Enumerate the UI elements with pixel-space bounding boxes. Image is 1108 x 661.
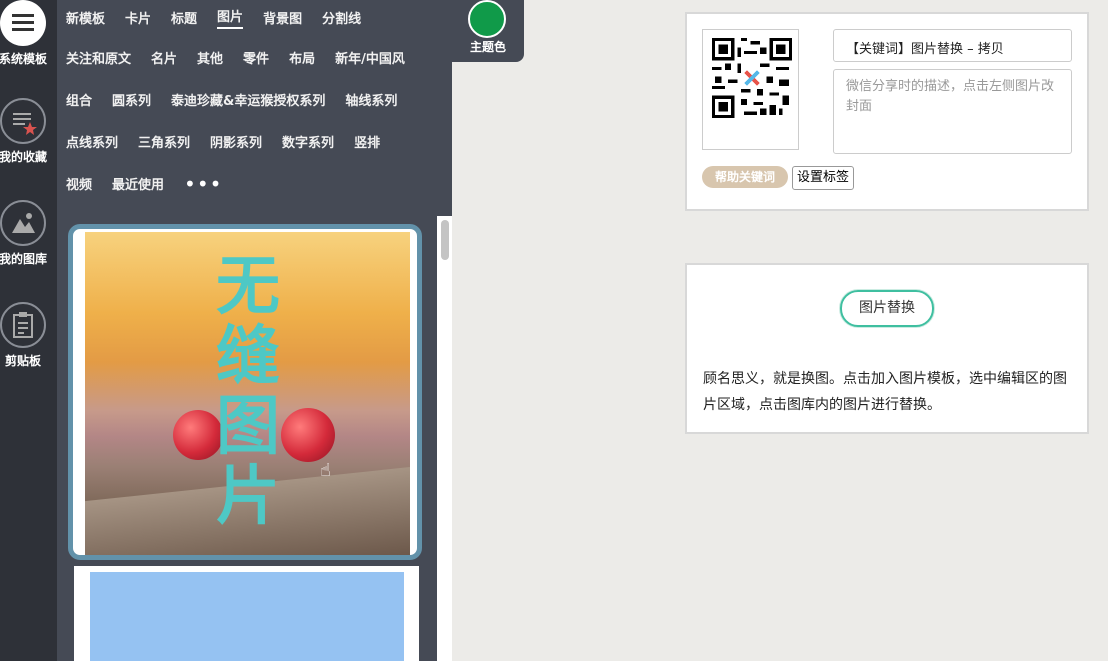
category-tab[interactable]: 最近使用 — [112, 174, 164, 193]
image-replace-keyword-pill[interactable]: 图片替换 — [840, 290, 934, 327]
category-tab[interactable]: 新模板 — [66, 8, 105, 27]
category-row: 关注和原文 名片 其他 零件 布局 新年/中国风 — [66, 48, 405, 67]
category-tab[interactable]: 布局 — [289, 48, 315, 67]
overlay-char: 缝 — [216, 320, 280, 394]
share-title-input[interactable]: 【关键词】图片替换 – 拷贝 — [833, 29, 1072, 62]
raspberry-photo: 无 缝 图 片 ☝ — [85, 232, 410, 555]
category-row: 视频 最近使用 ••• — [66, 174, 222, 194]
overlay-char: 无 — [216, 250, 280, 324]
share-description-input[interactable]: 微信分享时的描述，点击左侧图片改封面 — [833, 69, 1072, 154]
rail-item-system-templates[interactable]: 系统模板 — [0, 0, 56, 67]
category-tab[interactable]: 新年/中国风 — [335, 48, 405, 67]
hand-cursor-icon: ☝ — [320, 460, 331, 481]
overlay-char: 图 — [216, 390, 280, 464]
theme-color-swatch[interactable] — [468, 0, 506, 38]
more-categories-icon[interactable]: ••• — [184, 174, 222, 194]
category-row: 组合 圆系列 泰迪珍藏&幸运猴授权系列 轴线系列 — [66, 90, 397, 109]
category-tab[interactable]: 标题 — [171, 8, 197, 27]
template-card-selected[interactable]: 无 缝 图 片 ☝ — [68, 224, 422, 560]
overlay-char: 片 — [216, 460, 280, 534]
clipboard-icon — [0, 302, 46, 348]
category-tab[interactable]: 轴线系列 — [345, 90, 397, 109]
share-settings-card: 【关键词】图片替换 – 拷贝 微信分享时的描述，点击左侧图片改封面 帮助关键词 … — [685, 12, 1089, 211]
category-tab[interactable]: 分割线 — [322, 8, 361, 27]
category-tab[interactable]: 零件 — [243, 48, 269, 67]
category-tab[interactable]: 组合 — [66, 90, 92, 109]
favorites-icon — [0, 98, 46, 144]
gallery-icon — [0, 200, 46, 246]
category-tab[interactable]: 背景图 — [263, 8, 302, 27]
category-tab[interactable]: 点线系列 — [66, 132, 118, 151]
raspberry — [281, 408, 335, 462]
template-description: 顾名思义，就是换图。点击加入图片模板，选中编辑区的图片区域，点击图库内的图片进行… — [703, 371, 1067, 413]
category-tab[interactable]: 数字系列 — [282, 132, 334, 151]
rail-item-favorites[interactable]: 我的收藏 — [0, 98, 56, 165]
theme-color-label: 主题色 — [469, 40, 506, 54]
qr-code-icon[interactable] — [702, 29, 799, 150]
left-rail: 系统模板 我的收藏 我的图库 剪贴板 — [0, 0, 57, 661]
template-card[interactable] — [74, 566, 419, 661]
menu-icon — [0, 0, 46, 46]
category-tab[interactable]: 关注和原文 — [66, 48, 131, 67]
category-tab[interactable]: 其他 — [197, 48, 223, 67]
category-tab[interactable]: 泰迪珍藏&幸运猴授权系列 — [171, 90, 325, 109]
scrollbar-track[interactable] — [437, 216, 452, 661]
category-tab-active[interactable]: 图片 — [217, 6, 244, 29]
category-tab[interactable]: 阴影系列 — [210, 132, 262, 151]
scrollbar-thumb[interactable] — [441, 220, 449, 260]
rail-label: 系统模板 — [0, 52, 47, 66]
category-row: 点线系列 三角系列 阴影系列 数字系列 竖排 — [66, 132, 380, 151]
category-row: 新模板 卡片 标题 图片 背景图 分割线 — [66, 6, 361, 29]
template-info-card: 图片替换 顾名思义，就是换图。点击加入图片模板，选中编辑区的图片区域，点击图库内… — [685, 263, 1089, 434]
rail-label: 剪贴板 — [4, 354, 41, 368]
category-tab[interactable]: 名片 — [151, 48, 177, 67]
category-tab[interactable]: 竖排 — [354, 132, 380, 151]
category-tab[interactable]: 圆系列 — [112, 90, 151, 109]
template-preview-image — [90, 572, 404, 661]
category-tab[interactable]: 三角系列 — [138, 132, 190, 151]
rail-item-clipboard[interactable]: 剪贴板 — [0, 302, 56, 369]
rail-item-gallery[interactable]: 我的图库 — [0, 200, 56, 267]
category-tab[interactable]: 视频 — [66, 174, 92, 193]
help-keywords-button[interactable]: 帮助关键词 — [702, 166, 788, 188]
overlay-title: 无 缝 图 片 — [208, 252, 288, 532]
rail-label: 我的收藏 — [0, 150, 47, 164]
set-tags-button[interactable]: 设置标签 — [792, 166, 854, 190]
category-tab[interactable]: 卡片 — [125, 8, 151, 27]
theme-color-tab[interactable]: 主题色 — [452, 0, 524, 62]
rail-label: 我的图库 — [0, 252, 47, 266]
template-list: 无 缝 图 片 ☝ — [66, 224, 424, 661]
